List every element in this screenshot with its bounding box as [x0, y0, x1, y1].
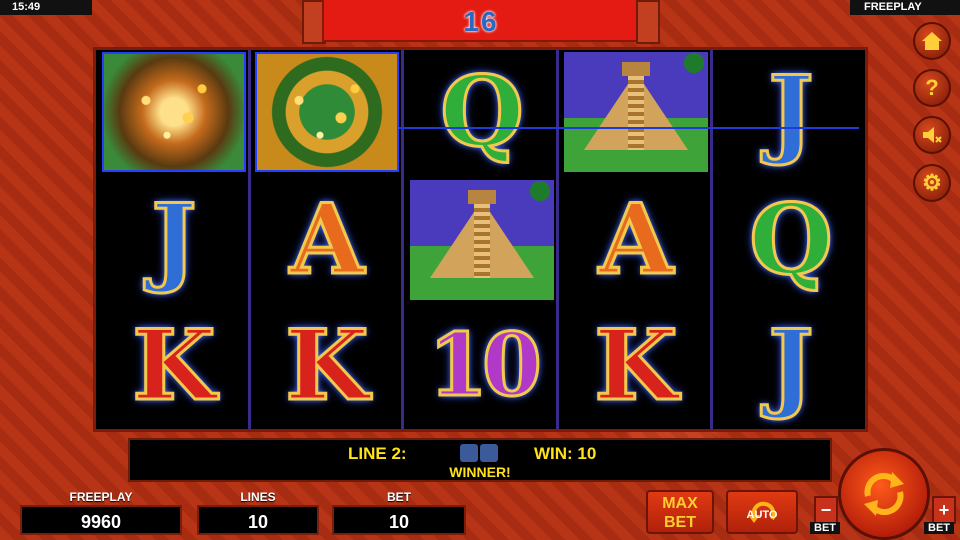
symbol-j: J — [719, 52, 863, 172]
mode-label: FREEPLAY — [850, 0, 960, 15]
bet-label: BET — [387, 490, 411, 504]
home-glyph — [922, 32, 942, 50]
symbol-calendar-wheel — [255, 52, 399, 172]
gear-glyph: ⚙ — [922, 170, 942, 195]
home-icon[interactable] — [913, 22, 951, 60]
reel-divider — [710, 50, 713, 429]
symbol-k: K — [102, 306, 246, 426]
autoplay-button[interactable]: AUTO — [726, 490, 798, 534]
freeplay-stat: FREEPLAY 9960 — [20, 490, 182, 535]
sound-muted-icon[interactable] — [913, 116, 951, 154]
symbol-k: K — [255, 306, 399, 426]
reel-3: Q 10 — [406, 50, 558, 429]
symbol-k: K — [564, 306, 708, 426]
bet-value: 10 — [332, 505, 466, 535]
lines-label: LINES — [240, 490, 276, 504]
reel-1: JK — [98, 50, 250, 429]
max-bet-label-2: BET — [664, 514, 696, 531]
symbol-glyph: K — [131, 309, 217, 422]
win-message-bar: LINE 2: WIN: 10 WINNER! — [128, 438, 832, 482]
bet-decrease-label: BET — [810, 522, 840, 534]
symbol-glyph: Q — [748, 183, 835, 296]
spin-button[interactable] — [838, 448, 930, 540]
symbol-a: A — [255, 180, 399, 300]
winner-text: WINNER! — [449, 464, 511, 480]
help-icon[interactable]: ? — [913, 69, 951, 107]
pyramid-image — [564, 52, 708, 172]
bet-increase-button[interactable]: + — [932, 496, 956, 524]
win-amount: WIN: 10 — [534, 444, 597, 463]
winning-symbols-icon — [460, 444, 500, 462]
symbol-glyph: A — [288, 183, 366, 296]
symbol-q: Q — [410, 52, 554, 172]
reel-divider — [556, 50, 559, 429]
symbol-j: J — [719, 306, 863, 426]
reel-area: J K A K Q 10 A K J Q J — [93, 47, 868, 432]
freespins-counter: 16 — [322, 0, 640, 42]
reel-5: JQJ — [715, 50, 867, 429]
symbol-glyph: A — [597, 183, 675, 296]
symbol-glyph: J — [767, 55, 815, 168]
symbol-glyph: Q — [439, 55, 526, 168]
speaker-glyph — [923, 127, 942, 143]
clock: 15:49 — [0, 0, 92, 15]
auto-label: AUTO — [746, 509, 778, 521]
symbol-pyramid — [564, 52, 708, 172]
symbol-glyph: J — [767, 309, 815, 422]
symbol-glyph: K — [284, 309, 370, 422]
symbol-10: 10 — [410, 306, 554, 426]
counter-right-pillar — [636, 0, 660, 44]
lines-value: 10 — [197, 505, 319, 535]
reel-2: AK — [251, 50, 403, 429]
bet-stat: BET 10 — [332, 490, 466, 535]
max-bet-button[interactable]: MAX BET — [646, 490, 714, 534]
symbol-glyph: K — [593, 309, 679, 422]
calendar-wheel-image — [257, 54, 397, 170]
payline-2 — [399, 127, 859, 129]
explosion-image — [104, 54, 244, 170]
bet-decrease-button[interactable]: − — [814, 496, 838, 524]
freeplay-value: 9960 — [20, 505, 182, 535]
symbol-pyramid — [410, 180, 554, 300]
max-bet-label-1: MAX — [662, 495, 698, 512]
help-glyph: ? — [925, 75, 939, 100]
pyramid-image — [410, 180, 554, 300]
symbol-q: Q — [719, 180, 863, 300]
symbol-glyph: J — [150, 183, 198, 296]
symbol-j: J — [102, 180, 246, 300]
freespins-count: 16 — [463, 6, 499, 37]
spin-arrows-icon — [864, 472, 904, 516]
freeplay-label: FREEPLAY — [69, 490, 133, 504]
symbol-glyph: 10 — [427, 315, 544, 416]
settings-gear-icon[interactable]: ⚙ — [913, 164, 951, 202]
lines-stat: LINES 10 — [197, 490, 319, 535]
win-line-label: LINE 2: — [348, 444, 407, 463]
symbol-a: A — [564, 180, 708, 300]
freespins-counter-panel: 16 — [302, 0, 660, 44]
reel-divider — [401, 50, 404, 429]
bet-increase-label: BET — [924, 522, 954, 534]
reel-4: AK — [560, 50, 712, 429]
symbol-explosion — [102, 52, 246, 172]
